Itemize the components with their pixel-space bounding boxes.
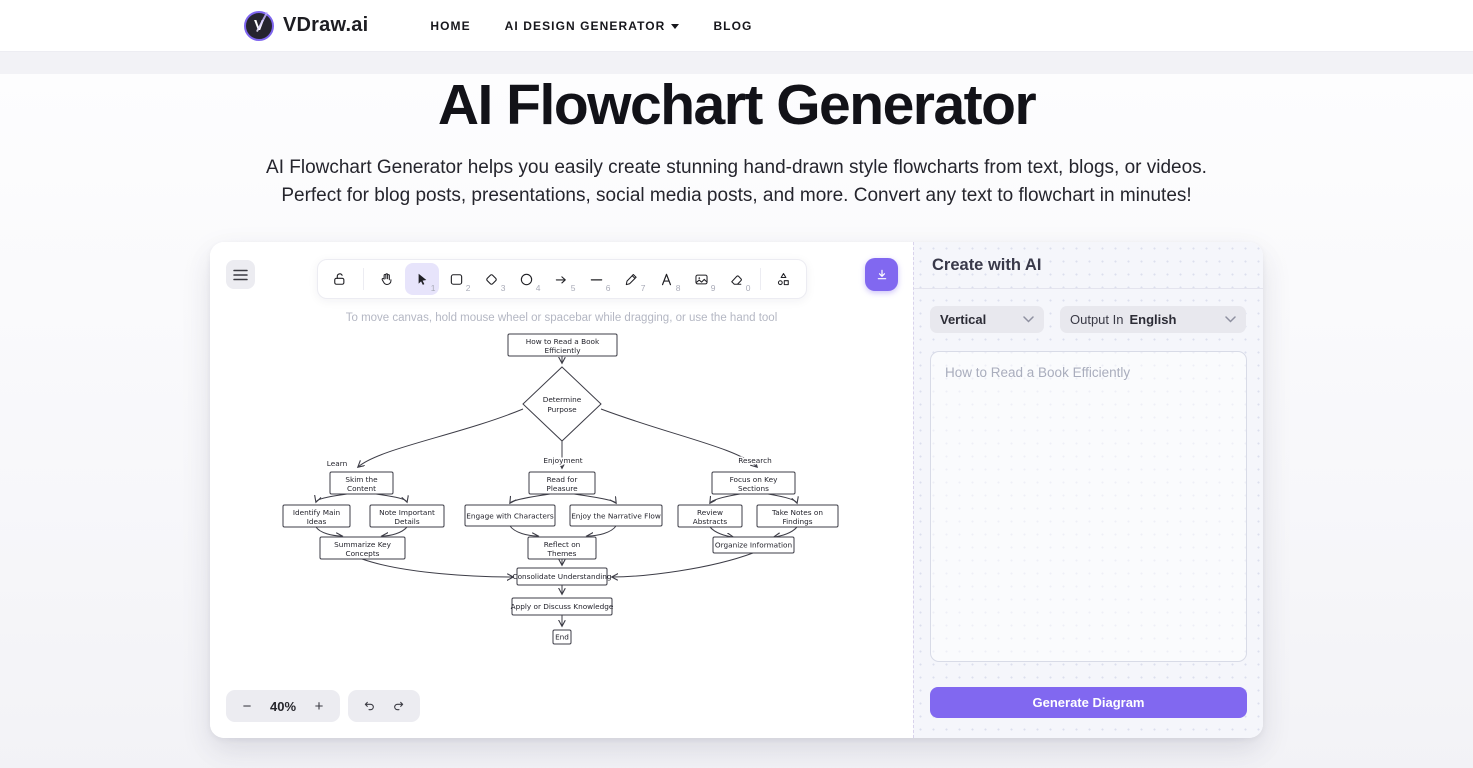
undo-icon xyxy=(361,698,377,714)
nav-item-home-label: HOME xyxy=(430,19,470,33)
flow-node-label: Skim the xyxy=(345,475,378,484)
editor-card: 1 2 3 4 xyxy=(210,242,1263,738)
flow-node-label: Organize Information xyxy=(715,541,792,550)
logo-letter: V xyxy=(254,17,264,34)
redo-icon xyxy=(391,698,407,714)
zoom-level[interactable]: 40% xyxy=(262,699,304,714)
drawing-canvas[interactable]: 1 2 3 4 xyxy=(210,242,913,738)
flow-edge xyxy=(710,527,733,537)
flow-edge xyxy=(362,559,513,577)
flow-node-label: Consolidate Understanding xyxy=(512,572,611,581)
zoom-control: − 40% + xyxy=(226,690,340,722)
flow-node-label: Enjoy the Narrative Flow xyxy=(571,512,661,521)
flow-branch-label: Learn xyxy=(327,459,347,468)
flow-edge xyxy=(316,494,347,502)
flow-node-label: Content xyxy=(347,484,376,493)
flow-node-label: Abstracts xyxy=(693,517,728,526)
brand-logo[interactable]: V VDraw.ai xyxy=(244,11,368,41)
nav-item-ai-design-generator[interactable]: AI DESIGN GENERATOR xyxy=(505,19,680,33)
flow-node-label: Determine xyxy=(543,395,582,404)
flow-edge xyxy=(612,553,753,577)
top-navbar: V VDraw.ai HOME AI DESIGN GENERATOR BLOG xyxy=(0,0,1473,52)
output-language-select[interactable]: Output In English xyxy=(1060,306,1246,333)
flow-node-label: Details xyxy=(394,517,419,526)
history-control xyxy=(348,690,420,722)
output-language-prefix: Output In xyxy=(1070,312,1123,327)
direction-select-value: Vertical xyxy=(940,312,986,327)
flow-node-label: Themes xyxy=(547,549,577,558)
flow-edge xyxy=(710,494,740,503)
flow-edge xyxy=(774,527,797,537)
zoom-out-button[interactable]: − xyxy=(232,691,262,721)
flowchart-drawing[interactable]: Learn Enjoyment Research How to Read a B… xyxy=(210,242,913,738)
nav-item-ai-design-generator-label: AI DESIGN GENERATOR xyxy=(505,19,666,33)
ai-panel-header: Create with AI xyxy=(914,242,1263,289)
chevron-down-icon xyxy=(1023,316,1034,323)
flow-node-label: Engage with Characters xyxy=(466,512,554,521)
page-title: AI Flowchart Generator xyxy=(0,74,1473,138)
flow-node-label: Identify Main xyxy=(293,508,340,517)
flow-edge xyxy=(510,526,538,536)
flow-branch-label: Enjoyment xyxy=(543,456,582,465)
flow-edge xyxy=(574,494,616,503)
flow-node-label: End xyxy=(555,633,569,642)
flow-edge xyxy=(510,494,550,503)
brand-name: VDraw.ai xyxy=(283,14,368,37)
create-with-ai-panel: Create with AI Vertical Output In Englis… xyxy=(913,242,1263,738)
direction-select[interactable]: Vertical xyxy=(930,306,1044,333)
nav-links: HOME AI DESIGN GENERATOR BLOG xyxy=(430,19,752,33)
flow-node-label: Sections xyxy=(738,484,769,493)
flow-node-label: Findings xyxy=(782,517,812,526)
nav-item-home[interactable]: HOME xyxy=(430,19,470,33)
chevron-down-icon xyxy=(671,24,679,29)
flow-node-label: Pleasure xyxy=(546,484,578,493)
page-description: AI Flowchart Generator helps you easily … xyxy=(257,154,1217,210)
flow-node-label: Reflect on xyxy=(544,540,581,549)
flow-node-label: Take Notes on xyxy=(771,508,823,517)
chevron-down-icon xyxy=(1225,316,1236,323)
flow-branch-label: Research xyxy=(738,456,771,465)
flow-node-label: Note Important xyxy=(379,508,435,517)
canvas-footer-controls: − 40% + xyxy=(226,690,420,722)
flow-node-label: Apply or Discuss Knowledge xyxy=(511,602,614,611)
flow-edge xyxy=(376,494,407,502)
generate-diagram-button[interactable]: Generate Diagram xyxy=(930,687,1247,718)
prompt-input[interactable] xyxy=(930,351,1247,662)
flow-edge xyxy=(358,409,523,467)
flow-decision-node xyxy=(523,367,601,441)
flow-edge xyxy=(587,526,616,536)
flow-edge xyxy=(316,527,342,536)
description-line-1: AI Flowchart Generator helps you easily … xyxy=(266,157,1207,178)
flow-edge xyxy=(768,494,797,503)
ai-panel-controls: Vertical Output In English xyxy=(930,306,1247,333)
flow-node-label: Concepts xyxy=(346,549,380,558)
description-line-2: Perfect for blog posts, presentations, s… xyxy=(281,185,1191,206)
flow-node-label: Summarize Key xyxy=(334,540,392,549)
flow-node-label: How to Read a Book xyxy=(526,337,600,346)
redo-button[interactable] xyxy=(384,691,414,721)
flow-node-label: Ideas xyxy=(307,517,327,526)
output-language-value: English xyxy=(1129,312,1176,327)
vdraw-logo-icon: V xyxy=(244,11,274,41)
flow-node-label: Efficiently xyxy=(544,346,581,355)
nav-item-blog[interactable]: BLOG xyxy=(713,19,752,33)
flow-edge xyxy=(382,527,407,536)
page-body: AI Flowchart Generator AI Flowchart Gene… xyxy=(0,74,1473,768)
zoom-in-button[interactable]: + xyxy=(304,691,334,721)
nav-item-blog-label: BLOG xyxy=(713,19,752,33)
ai-panel-title: Create with AI xyxy=(932,256,1041,275)
flow-node-label: Focus on Key xyxy=(730,475,778,484)
undo-button[interactable] xyxy=(354,691,384,721)
flow-node-label: Review xyxy=(697,508,723,517)
flow-node-label: Purpose xyxy=(547,405,577,414)
flow-node-label: Read for xyxy=(547,475,578,484)
flow-edge xyxy=(601,409,757,467)
